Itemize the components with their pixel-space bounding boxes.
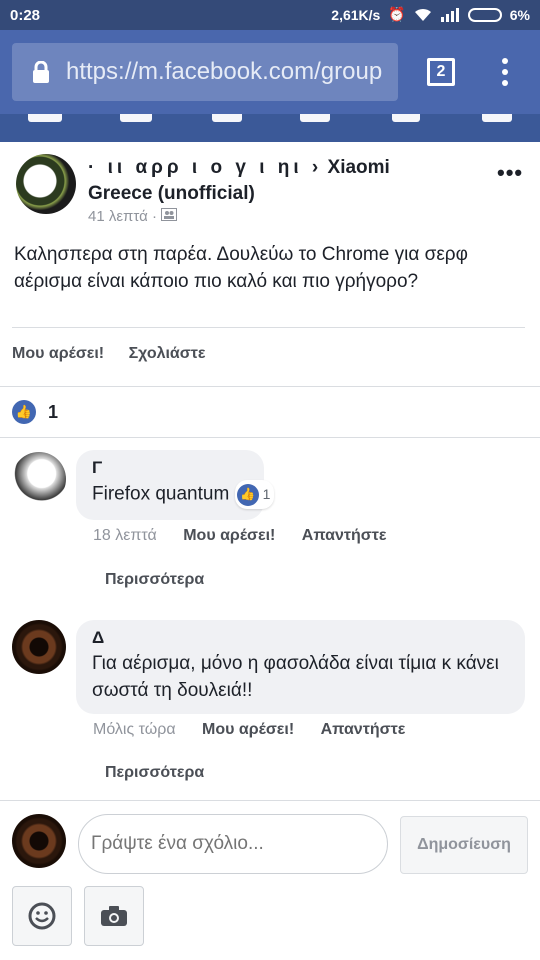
address-bar[interactable]: https://m.facebook.com/group — [12, 43, 398, 101]
author-name[interactable]: · ιι αρρ ι ο γ ι ηι › — [88, 157, 322, 178]
comment-reactions[interactable]: 👍 1 — [234, 480, 275, 509]
comment-meta: Μόλις τώρα Μου αρέσει! Απαντήστε — [93, 721, 405, 739]
comment-input[interactable] — [78, 814, 388, 874]
browser-toolbar: https://m.facebook.com/group 2 — [0, 30, 540, 114]
post-text: Καλησπερα στη παρέα. Δουλεύω το Chrome γ… — [14, 244, 468, 292]
photo-button[interactable] — [84, 886, 144, 946]
divider — [12, 327, 525, 328]
comment-more-button[interactable]: Περισσότερα — [105, 764, 204, 782]
reactions-summary[interactable]: 👍 1 — [12, 400, 58, 424]
divider — [0, 437, 540, 438]
post-time[interactable]: 41 λεπτά — [88, 208, 148, 225]
menu-icon[interactable] — [482, 114, 512, 122]
group-name-part1[interactable]: Xiaomi — [328, 157, 390, 178]
comment-bubble[interactable]: Γ Firefox quantum 👍 1 — [76, 450, 275, 520]
comment-reply-button[interactable]: Απαντήστε — [321, 721, 406, 738]
lock-icon — [33, 61, 49, 83]
avatar[interactable] — [16, 154, 76, 214]
status-icons: 2,61K/s ⏰ 6% — [331, 6, 530, 23]
group-name-part2[interactable]: Greece (unofficial) — [88, 183, 255, 204]
notifications-icon[interactable] — [300, 114, 330, 122]
divider — [0, 386, 540, 387]
sticker-button[interactable] — [12, 886, 72, 946]
news-feed-icon[interactable] — [28, 114, 62, 122]
messages-icon[interactable] — [212, 114, 242, 122]
wifi-icon — [414, 8, 431, 21]
comment-bubble[interactable]: Δ Για αέρισμα, μόνο η φασολάδα είναι τίμ… — [76, 620, 525, 714]
comment-text: Firefox quantum — [92, 483, 230, 505]
post-header: · ιι αρρ ι ο γ ι ηι › Xiaomi Greece (uno… — [88, 155, 518, 207]
camera-icon — [101, 906, 127, 926]
comment-composer: Δημοσίευση — [0, 800, 540, 960]
alarm-icon: ⏰ — [388, 6, 406, 22]
url-text: https://m.facebook.com/group — [66, 58, 383, 85]
comment-button[interactable]: Σχολιάστε — [129, 345, 206, 362]
facebook-nav-bar — [0, 114, 540, 142]
menu-button[interactable] — [500, 58, 510, 91]
comment-meta: 18 λεπτά Μου αρέσει! Απαντήστε — [93, 527, 386, 545]
comment-like-button[interactable]: Μου αρέσει! — [202, 721, 294, 738]
post-meta: 41 λεπτά · — [88, 208, 178, 225]
group-audience-icon — [161, 208, 178, 221]
smiley-icon — [28, 902, 56, 930]
battery-icon — [467, 7, 502, 22]
avatar[interactable] — [12, 452, 66, 506]
comment-text-wrap: Firefox quantum 👍 1 — [92, 480, 275, 509]
friends-icon[interactable] — [120, 114, 152, 122]
comment-more-button[interactable]: Περισσότερα — [105, 571, 204, 589]
search-icon[interactable] — [392, 114, 420, 122]
network-speed: 2,61K/s — [331, 6, 381, 23]
comment-like-count: 1 — [262, 486, 271, 502]
commenter-name[interactable]: Γ — [92, 458, 248, 480]
avatar[interactable] — [12, 620, 66, 674]
like-thumb-icon: 👍 — [12, 400, 36, 424]
battery-percent: 6% — [509, 6, 530, 23]
post-options-icon[interactable]: ••• — [497, 160, 523, 186]
signal-icon — [440, 7, 459, 22]
tab-switcher-button[interactable]: 2 — [427, 58, 455, 86]
post-comment-button[interactable]: Δημοσίευση — [400, 816, 528, 874]
comment-time[interactable]: 18 λεπτά — [93, 527, 157, 544]
like-thumb-icon: 👍 — [236, 483, 259, 506]
like-button[interactable]: Μου αρέσει! — [12, 345, 104, 362]
comment-like-button[interactable]: Μου αρέσει! — [183, 527, 275, 544]
avatar — [12, 814, 66, 868]
post-actions: Μου αρέσει! Σχολιάστε — [12, 345, 225, 363]
clock: 0:28 — [10, 7, 41, 24]
comment-time[interactable]: Μόλις τώρα — [93, 721, 176, 738]
like-count: 1 — [48, 401, 59, 422]
status-bar: 0:28 2,61K/s ⏰ 6% — [0, 0, 540, 30]
comment-text: Για αέρισμα, μόνο η φασολάδα είναι τίμια… — [92, 653, 499, 701]
commenter-name[interactable]: Δ — [92, 628, 509, 650]
comment-reply-button[interactable]: Απαντήστε — [302, 527, 387, 544]
